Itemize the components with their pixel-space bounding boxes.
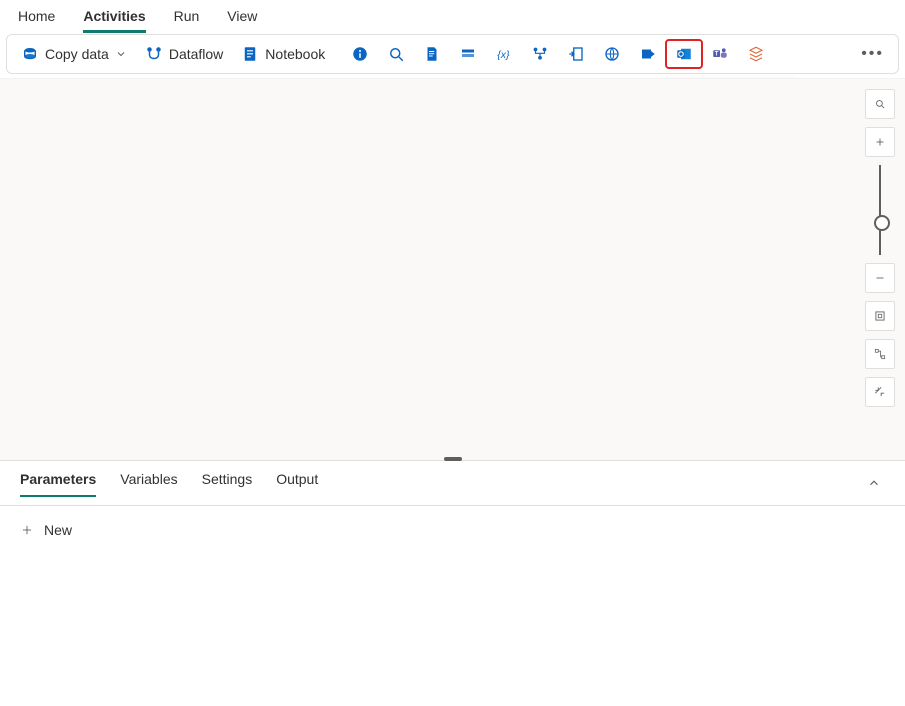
lookup-icon	[567, 45, 585, 63]
globe-icon	[603, 45, 621, 63]
zoom-slider[interactable]	[879, 165, 881, 255]
tab-run[interactable]: Run	[174, 6, 200, 33]
dataflow-label: Dataflow	[169, 46, 223, 62]
webhook-icon	[639, 45, 657, 63]
tab-activities[interactable]: Activities	[83, 6, 145, 33]
fit-to-screen-button[interactable]	[865, 301, 895, 331]
search-icon	[387, 45, 405, 63]
pipeline-canvas[interactable]	[0, 78, 905, 460]
stored-procedure-button[interactable]	[451, 41, 485, 67]
auto-align-button[interactable]	[865, 339, 895, 369]
notebook-icon	[241, 45, 259, 63]
toolbar-container: Copy data Dataflow Notebook	[0, 30, 905, 78]
teams-icon: T	[711, 45, 729, 63]
ribbon-tabs: Home Activities Run View	[0, 0, 905, 30]
tab-output[interactable]: Output	[276, 471, 318, 497]
tab-parameters[interactable]: Parameters	[20, 471, 96, 497]
webhook-button[interactable]	[631, 41, 665, 67]
pipeline-icon	[531, 45, 549, 63]
info-button[interactable]	[343, 41, 377, 67]
parameters-panel: New	[0, 506, 905, 706]
copy-data-icon	[21, 45, 39, 63]
tab-home[interactable]: Home	[18, 6, 55, 33]
tab-view[interactable]: View	[227, 6, 257, 33]
teams-button[interactable]: T	[703, 41, 737, 67]
stored-procedure-icon	[459, 45, 477, 63]
notebook-label: Notebook	[265, 46, 325, 62]
invoke-pipeline-button[interactable]	[523, 41, 557, 67]
new-parameter-button[interactable]: New	[20, 522, 72, 538]
script-icon	[423, 45, 441, 63]
more-button[interactable]: •••	[853, 41, 892, 67]
zoom-in-button[interactable]	[865, 127, 895, 157]
tab-variables[interactable]: Variables	[120, 471, 177, 497]
zoom-out-button[interactable]	[865, 263, 895, 293]
collapse-panel-button[interactable]	[863, 472, 885, 497]
stack-button[interactable]	[739, 41, 773, 67]
more-icon: •••	[861, 45, 884, 63]
notebook-button[interactable]: Notebook	[233, 41, 333, 67]
activities-toolbar: Copy data Dataflow Notebook	[6, 34, 899, 74]
stack-icon	[747, 45, 765, 63]
svg-text:{x}: {x}	[497, 49, 510, 61]
tab-settings[interactable]: Settings	[202, 471, 253, 497]
canvas-search-button[interactable]	[865, 89, 895, 119]
panel-splitter[interactable]	[0, 460, 905, 461]
web-button[interactable]	[595, 41, 629, 67]
chevron-down-icon	[115, 48, 127, 60]
variable-button[interactable]: {x}	[487, 41, 521, 67]
dataflow-icon	[145, 45, 163, 63]
info-icon	[351, 45, 369, 63]
search-button[interactable]	[379, 41, 413, 67]
copy-data-button[interactable]: Copy data	[13, 41, 135, 67]
outlook-icon	[675, 45, 693, 63]
bottom-panel-tabs: Parameters Variables Settings Output	[0, 461, 905, 506]
fullscreen-collapse-button[interactable]	[865, 377, 895, 407]
copy-data-label: Copy data	[45, 46, 109, 62]
variable-icon: {x}	[495, 45, 513, 63]
script-button[interactable]	[415, 41, 449, 67]
outlook-button[interactable]	[667, 41, 701, 67]
new-parameter-label: New	[44, 522, 72, 538]
lookup-button[interactable]	[559, 41, 593, 67]
svg-text:T: T	[715, 52, 719, 58]
dataflow-button[interactable]: Dataflow	[137, 41, 231, 67]
canvas-controls	[865, 89, 895, 407]
